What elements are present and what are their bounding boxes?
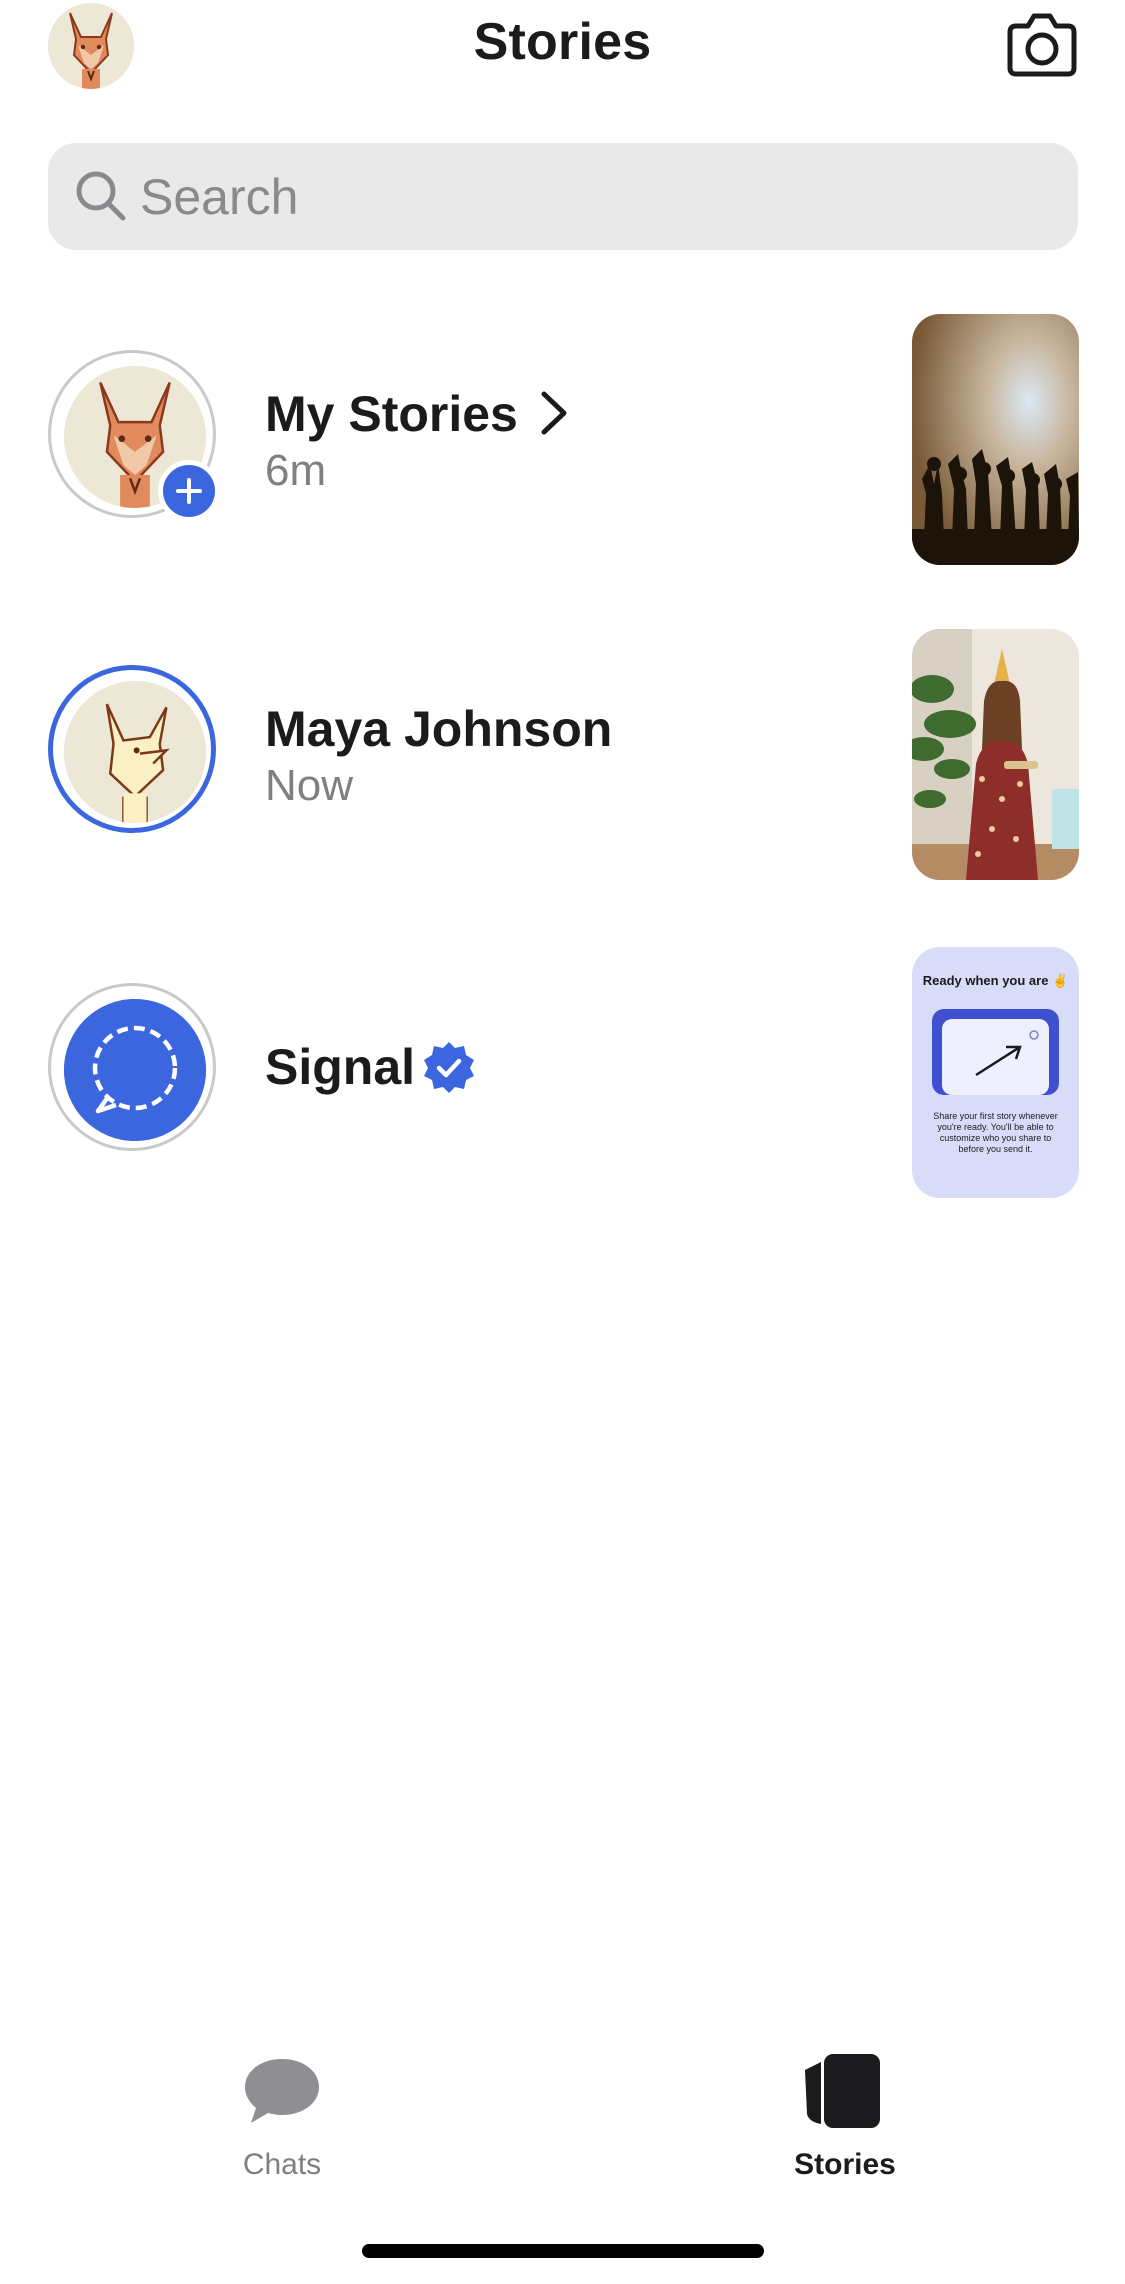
arrow-icon	[975, 1030, 1039, 1077]
verified-badge-icon	[424, 1042, 474, 1093]
signal-avatar[interactable]	[48, 983, 216, 1151]
tab-label: Stories	[794, 2148, 896, 2181]
tab-bar: Chats Stories	[0, 2030, 1125, 2200]
tab-label: Chats	[242, 2148, 322, 2181]
story-row-my-stories[interactable]: My Stories 6m	[0, 305, 1125, 565]
header: Stories	[0, 0, 1125, 110]
story-row-maya-johnson[interactable]: Maya Johnson Now	[0, 620, 1125, 880]
tab-chats[interactable]: Chats	[182, 2030, 382, 2181]
camera-icon	[1007, 13, 1077, 77]
contact-avatar[interactable]	[48, 665, 216, 833]
thumb-body-line: you're ready. You'll be able to	[937, 1122, 1054, 1132]
story-row-signal[interactable]: Signal Ready when you are ✌️ Share your …	[0, 938, 1125, 1198]
thumb-title: Ready when you are ✌️	[922, 973, 1069, 988]
fox-avatar-icon	[64, 681, 206, 823]
story-name: Signal	[265, 1039, 416, 1095]
story-name: My Stories	[265, 386, 518, 442]
story-thumbnail[interactable]	[912, 314, 1079, 565]
story-time: Now	[265, 761, 354, 810]
page-title: Stories	[473, 13, 652, 71]
search-input[interactable]	[140, 143, 1040, 250]
thumb-body: Share your first story whenever you're r…	[920, 1111, 1071, 1155]
thumb-body-line: customize who you share to	[939, 1133, 1052, 1143]
search-icon	[76, 171, 126, 221]
stories-icon	[805, 2054, 880, 2128]
story-thumbnail[interactable]	[912, 629, 1079, 880]
story-thumbnail[interactable]: Ready when you are ✌️ Share your first s…	[912, 947, 1079, 1198]
home-indicator	[362, 2244, 764, 2258]
chat-bubble-icon	[245, 2059, 319, 2123]
story-time: 6m	[265, 446, 327, 495]
my-avatar[interactable]	[48, 350, 220, 522]
birthday-thumbnail-image	[912, 629, 1079, 880]
camera-button[interactable]	[1006, 10, 1078, 78]
concert-thumbnail-image	[912, 314, 1079, 565]
thumb-illustration	[932, 1009, 1059, 1095]
thumb-body-line: before you send it.	[958, 1144, 1033, 1154]
chevron-right-icon	[541, 391, 567, 435]
search-bar[interactable]	[48, 143, 1078, 250]
avatar-image	[64, 681, 206, 823]
signal-logo-icon	[64, 999, 206, 1141]
story-name: Maya Johnson	[265, 701, 613, 757]
avatar-image	[64, 999, 206, 1141]
add-story-button[interactable]	[158, 460, 220, 522]
thumb-body-line: Share your first story whenever	[933, 1111, 1058, 1121]
tab-stories[interactable]: Stories	[745, 2030, 945, 2181]
